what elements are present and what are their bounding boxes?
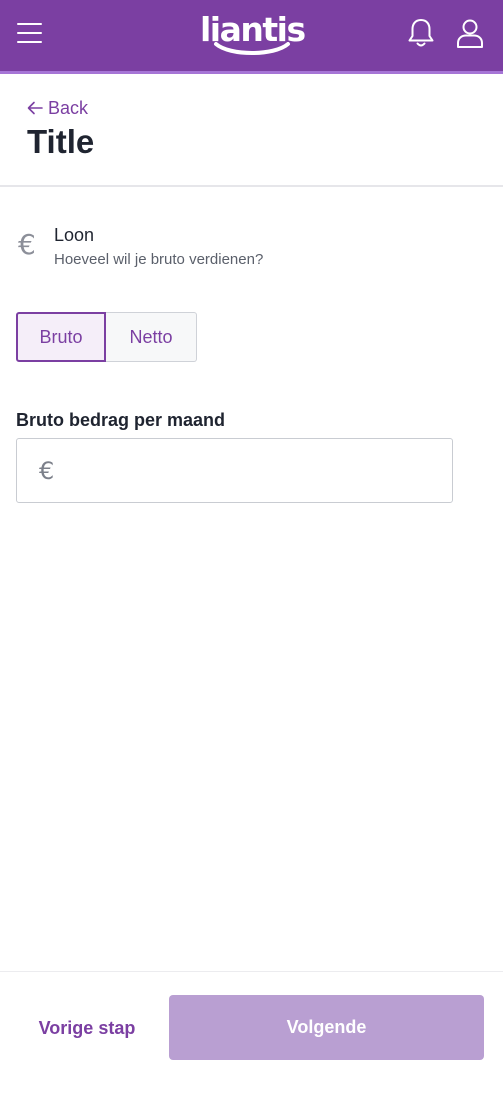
hamburger-menu-icon[interactable] xyxy=(17,20,43,46)
back-label: Back xyxy=(48,98,89,118)
top-app-bar: liantis xyxy=(0,0,503,74)
toggle-netto[interactable]: Netto xyxy=(106,312,197,362)
toggle-bruto[interactable]: Bruto xyxy=(16,312,106,362)
header-divider xyxy=(0,185,503,187)
logo-smile-icon xyxy=(214,42,290,55)
bell-icon[interactable] xyxy=(406,17,436,49)
previous-step-button[interactable]: Vorige stap xyxy=(24,1010,150,1046)
next-button[interactable]: Volgende xyxy=(169,995,484,1060)
page-title: Title xyxy=(27,123,95,160)
arrow-left-icon xyxy=(27,101,43,115)
euro-icon: € xyxy=(18,228,36,261)
back-link[interactable]: Back xyxy=(27,97,88,119)
gross-net-toggle: Bruto Netto xyxy=(16,312,197,362)
liantis-logo[interactable]: liantis xyxy=(200,10,306,56)
amount-input-container[interactable]: € xyxy=(16,438,453,503)
euro-prefix-icon: € xyxy=(39,457,55,485)
amount-label: Bruto bedrag per maand xyxy=(16,410,226,430)
salary-label: Loon xyxy=(54,225,95,245)
salary-field-header: € Loon Hoeveel wil je bruto verdienen? xyxy=(18,224,488,274)
user-icon[interactable] xyxy=(455,17,485,49)
footer-divider xyxy=(0,971,503,972)
amount-input[interactable] xyxy=(71,439,441,502)
salary-help-text: Hoeveel wil je bruto verdienen? xyxy=(54,251,264,268)
